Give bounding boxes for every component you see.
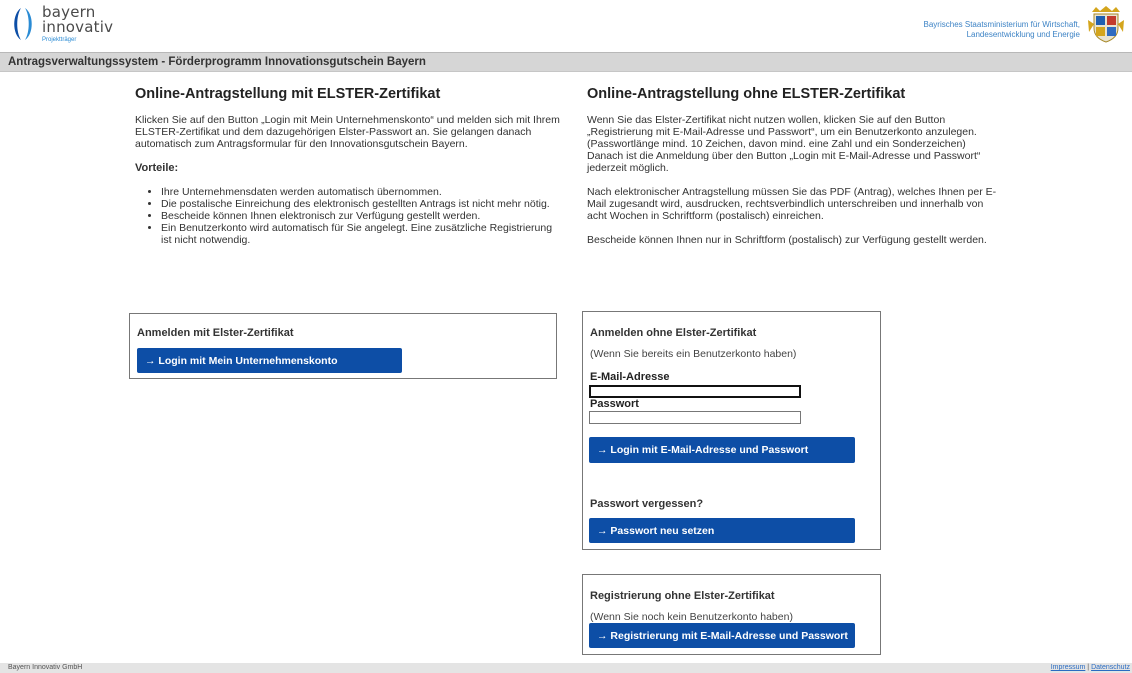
registration-box-hint: (Wenn Sie noch kein Benutzerkonto haben) xyxy=(590,611,793,623)
no-elster-paragraph-2: Nach elektronischer Antragstellung müsse… xyxy=(587,186,997,222)
login-email-button[interactable]: → Login mit E-Mail-Adresse und Passwort xyxy=(589,437,855,463)
impressum-link[interactable]: Impressum xyxy=(1051,664,1086,671)
vorteile-item: Ein Benutzerkonto wird automatisch für S… xyxy=(161,222,560,246)
bavarian-crest-icon xyxy=(1088,6,1124,43)
vorteile-list: Ihre Unternehmensdaten werden automatisc… xyxy=(135,186,560,246)
vorteile-label: Vorteile: xyxy=(135,162,179,174)
password-label: Passwort xyxy=(590,398,639,410)
footer-company: Bayern Innovativ GmbH xyxy=(8,664,83,671)
email-login-box: Anmelden ohne Elster-Zertifikat (Wenn Si… xyxy=(582,311,881,550)
app-title-bar: Antragsverwaltungssystem - Förderprogram… xyxy=(0,52,1132,72)
vorteile-item: Bescheide können Ihnen elektronisch zur … xyxy=(161,210,560,222)
no-elster-heading: Online-Antragstellung ohne ELSTER-Zertif… xyxy=(587,86,906,102)
registration-box: Registrierung ohne Elster-Zertifikat (We… xyxy=(582,574,881,655)
no-elster-paragraph-1: Wenn Sie das Elster-Zertifikat nicht nut… xyxy=(587,114,981,174)
forgot-password-label: Passwort vergessen? xyxy=(590,498,704,510)
password-input[interactable] xyxy=(589,411,801,424)
app-title: Antragsverwaltungssystem - Förderprogram… xyxy=(8,56,426,68)
ministry-line-1: Bayrisches Staatsministerium für Wirtsch… xyxy=(923,20,1080,29)
email-input[interactable] xyxy=(589,385,801,398)
ministry-name: Bayrisches Staatsministerium für Wirtsch… xyxy=(924,20,1080,40)
login-box-title: Anmelden ohne Elster-Zertifikat xyxy=(590,327,757,339)
elster-box-title: Anmelden mit Elster-Zertifikat xyxy=(137,327,294,339)
ministry-line-2: Landesentwicklung und Energie xyxy=(966,30,1080,39)
page-footer: Bayern Innovativ GmbH Impressum | Datens… xyxy=(0,663,1132,673)
logo-text-innovativ: innovativ xyxy=(42,18,114,36)
no-elster-info-section: Online-Antragstellung ohne ELSTER-Zertif… xyxy=(587,86,997,258)
reset-password-button[interactable]: → Passwort neu setzen xyxy=(589,518,855,543)
elster-info-section: Online-Antragstellung mit ELSTER-Zertifi… xyxy=(135,86,560,246)
elster-login-box: Anmelden mit Elster-Zertifikat → Login m… xyxy=(129,313,557,379)
elster-heading: Online-Antragstellung mit ELSTER-Zertifi… xyxy=(135,86,441,102)
vorteile-item: Ihre Unternehmensdaten werden automatisc… xyxy=(161,186,560,198)
elster-intro-text: Klicken Sie auf den Button „Login mit Me… xyxy=(135,114,560,150)
datenschutz-link[interactable]: Datenschutz xyxy=(1091,664,1130,671)
logo-text-projekttraeger: Projektträger xyxy=(42,37,77,43)
registration-button[interactable]: → Registrierung mit E-Mail-Adresse und P… xyxy=(589,623,855,648)
vorteile-item: Die postalische Einreichung des elektron… xyxy=(161,198,560,210)
bayern-innovativ-logo[interactable]: bayern innovativ Projektträger xyxy=(10,4,130,44)
page-header: bayern innovativ Projektträger Bayrische… xyxy=(0,0,1132,52)
footer-links: Impressum | Datenschutz xyxy=(1051,664,1130,671)
footer-separator: | xyxy=(1087,664,1090,671)
registration-box-title: Registrierung ohne Elster-Zertifikat xyxy=(590,590,775,602)
email-label: E-Mail-Adresse xyxy=(590,371,670,383)
no-elster-paragraph-3: Bescheide können Ihnen nur in Schriftfor… xyxy=(587,234,987,246)
login-unternehmenskonto-button[interactable]: → Login mit Mein Unternehmenskonto xyxy=(137,348,402,373)
login-box-hint: (Wenn Sie bereits ein Benutzerkonto habe… xyxy=(590,348,797,360)
logo-mark-icon xyxy=(14,8,32,40)
